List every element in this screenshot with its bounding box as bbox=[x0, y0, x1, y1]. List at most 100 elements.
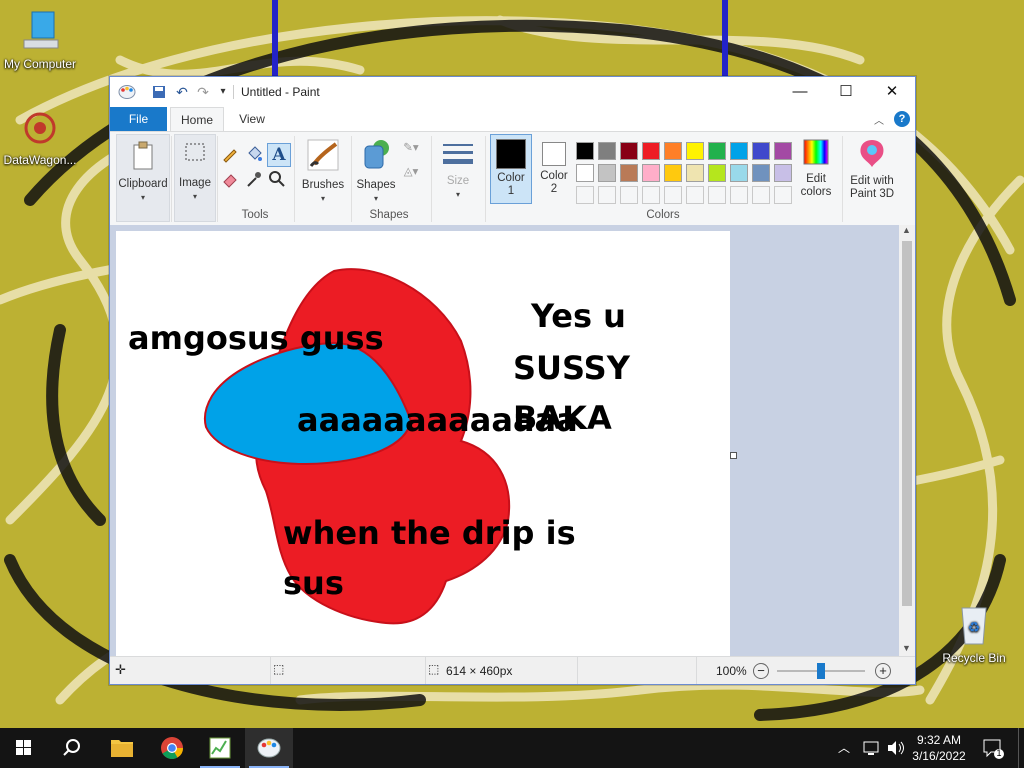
palette-color-swatch[interactable] bbox=[752, 142, 770, 160]
save-icon[interactable] bbox=[150, 83, 168, 101]
color2-button[interactable]: Color 2 bbox=[534, 134, 574, 202]
brushes-button[interactable]: Brushes ▾ bbox=[298, 134, 348, 204]
window-title: Untitled - Paint bbox=[241, 85, 320, 99]
search-button[interactable] bbox=[48, 728, 96, 768]
palette-color-swatch[interactable] bbox=[686, 142, 704, 160]
maximize-button[interactable]: ☐ bbox=[823, 77, 869, 107]
palette-empty-swatch[interactable] bbox=[642, 186, 660, 204]
palette-color-swatch[interactable] bbox=[774, 142, 792, 160]
palette-color-swatch[interactable] bbox=[708, 164, 726, 182]
taskbar-task-manager[interactable] bbox=[196, 728, 244, 768]
palette-empty-swatch[interactable] bbox=[598, 186, 616, 204]
text-tool[interactable]: A bbox=[267, 143, 291, 167]
network-icon[interactable] bbox=[862, 728, 882, 768]
color2-label: Color 2 bbox=[540, 170, 568, 195]
zoom-in-button[interactable]: + bbox=[875, 663, 891, 679]
shapes-group-label: Shapes bbox=[369, 209, 409, 221]
edit-colors-button[interactable]: Edit colors bbox=[796, 134, 836, 204]
scroll-up-icon[interactable]: ▲ bbox=[902, 225, 911, 235]
palette-color-swatch[interactable] bbox=[664, 142, 682, 160]
palette-empty-swatch[interactable] bbox=[708, 186, 726, 204]
minimize-button[interactable]: — bbox=[777, 77, 823, 107]
clock[interactable]: 9:32 AM 3/16/2022 bbox=[908, 728, 970, 768]
resize-handle[interactable] bbox=[730, 452, 737, 459]
palette-color-swatch[interactable] bbox=[620, 164, 638, 182]
palette-color-swatch[interactable] bbox=[620, 142, 638, 160]
palette-color-swatch[interactable] bbox=[730, 164, 748, 182]
palette-color-swatch[interactable] bbox=[642, 142, 660, 160]
palette-empty-swatch[interactable] bbox=[752, 186, 770, 204]
color-picker-tool[interactable] bbox=[244, 170, 264, 190]
palette-color-swatch[interactable] bbox=[752, 164, 770, 182]
size-button[interactable]: Size ▾ bbox=[436, 136, 480, 206]
scrollbar-thumb[interactable] bbox=[902, 241, 912, 606]
collapse-ribbon-icon[interactable]: ︿ bbox=[874, 112, 884, 127]
desktop-icon-label: DataWagon... bbox=[3, 153, 77, 167]
title-divider bbox=[233, 85, 234, 99]
edit-colors-label: Edit colors bbox=[800, 173, 832, 198]
palette-empty-swatch[interactable] bbox=[576, 186, 594, 204]
zoom-slider-thumb[interactable] bbox=[817, 663, 825, 679]
image-label: Image bbox=[179, 177, 211, 189]
eraser-tool[interactable] bbox=[220, 170, 240, 190]
tab-view[interactable]: View bbox=[232, 107, 272, 131]
show-hidden-icons-button[interactable]: ︿ bbox=[838, 728, 854, 768]
scroll-down-icon[interactable]: ▼ bbox=[902, 643, 911, 653]
fill-button[interactable]: ◬▾ bbox=[400, 166, 422, 184]
desktop-icon-label: Recycle Bin bbox=[942, 651, 1006, 665]
undo-icon[interactable]: ↶ bbox=[173, 83, 191, 101]
windows-logo-icon bbox=[16, 740, 31, 755]
palette-color-swatch[interactable] bbox=[730, 142, 748, 160]
drawing-canvas[interactable]: amgosus guss Yes u SUSSY BAKA aaaaaaaaaa… bbox=[116, 231, 730, 656]
taskbar: ︿ 9:32 AM 3/16/2022 1 bbox=[0, 728, 1024, 768]
magnifier-tool[interactable] bbox=[267, 170, 287, 190]
palette-color-swatch[interactable] bbox=[686, 164, 704, 182]
palette-color-swatch[interactable] bbox=[708, 142, 726, 160]
taskbar-file-explorer[interactable] bbox=[98, 728, 146, 768]
palette-color-swatch[interactable] bbox=[642, 164, 660, 182]
outline-button[interactable]: ✎▾ bbox=[400, 142, 422, 160]
close-button[interactable]: ✕ bbox=[869, 77, 915, 107]
palette-empty-swatch[interactable] bbox=[664, 186, 682, 204]
ribbon-tabs: File Home View ︿ ? bbox=[110, 107, 915, 131]
desktop-icon-my-computer[interactable]: My Computer bbox=[0, 10, 80, 71]
canvas-text: amgosus guss bbox=[128, 319, 384, 357]
pencil-icon bbox=[223, 149, 237, 163]
show-desktop-button[interactable] bbox=[1018, 728, 1024, 768]
taskbar-chrome[interactable] bbox=[148, 728, 196, 768]
image-button[interactable]: Image ▾ bbox=[174, 134, 216, 222]
desktop-icon-datawagon[interactable]: DataWagon... bbox=[0, 108, 80, 167]
clipboard-button[interactable]: Clipboard ▾ bbox=[116, 134, 170, 222]
palette-empty-swatch[interactable] bbox=[730, 186, 748, 204]
tab-home[interactable]: Home bbox=[170, 107, 224, 131]
zoom-slider[interactable] bbox=[777, 663, 865, 679]
action-center-button[interactable]: 1 bbox=[982, 728, 1006, 768]
palette-color-swatch[interactable] bbox=[598, 142, 616, 160]
magnifier-icon bbox=[269, 171, 285, 187]
color-wheel-icon bbox=[803, 139, 829, 165]
palette-color-swatch[interactable] bbox=[598, 164, 616, 182]
tab-file[interactable]: File bbox=[110, 107, 167, 131]
chevron-down-icon: ▾ bbox=[140, 193, 145, 202]
shapes-button[interactable]: Shapes ▾ bbox=[354, 134, 398, 204]
quick-access-dropdown-icon[interactable]: ▾ bbox=[214, 83, 232, 101]
pencil-tool[interactable] bbox=[220, 145, 240, 165]
palette-empty-swatch[interactable] bbox=[620, 186, 638, 204]
color1-button[interactable]: Color 1 bbox=[490, 134, 532, 204]
palette-color-swatch[interactable] bbox=[664, 164, 682, 182]
start-button[interactable] bbox=[0, 728, 48, 768]
desktop-icon-recycle-bin[interactable]: ♻ Recycle Bin bbox=[934, 602, 1014, 665]
edit-with-paint3d-button[interactable]: Edit with Paint 3D bbox=[846, 134, 898, 204]
redo-icon[interactable]: ↷ bbox=[194, 83, 212, 101]
palette-empty-swatch[interactable] bbox=[686, 186, 704, 204]
help-icon[interactable]: ? bbox=[894, 111, 910, 127]
palette-color-swatch[interactable] bbox=[576, 142, 594, 160]
palette-color-swatch[interactable] bbox=[576, 164, 594, 182]
fill-tool[interactable] bbox=[244, 145, 264, 165]
vertical-scrollbar[interactable]: ▲ ▼ bbox=[899, 225, 915, 656]
zoom-out-button[interactable]: − bbox=[753, 663, 769, 679]
taskbar-paint[interactable] bbox=[245, 728, 293, 768]
palette-color-swatch[interactable] bbox=[774, 164, 792, 182]
palette-empty-swatch[interactable] bbox=[774, 186, 792, 204]
volume-icon[interactable] bbox=[886, 728, 906, 768]
